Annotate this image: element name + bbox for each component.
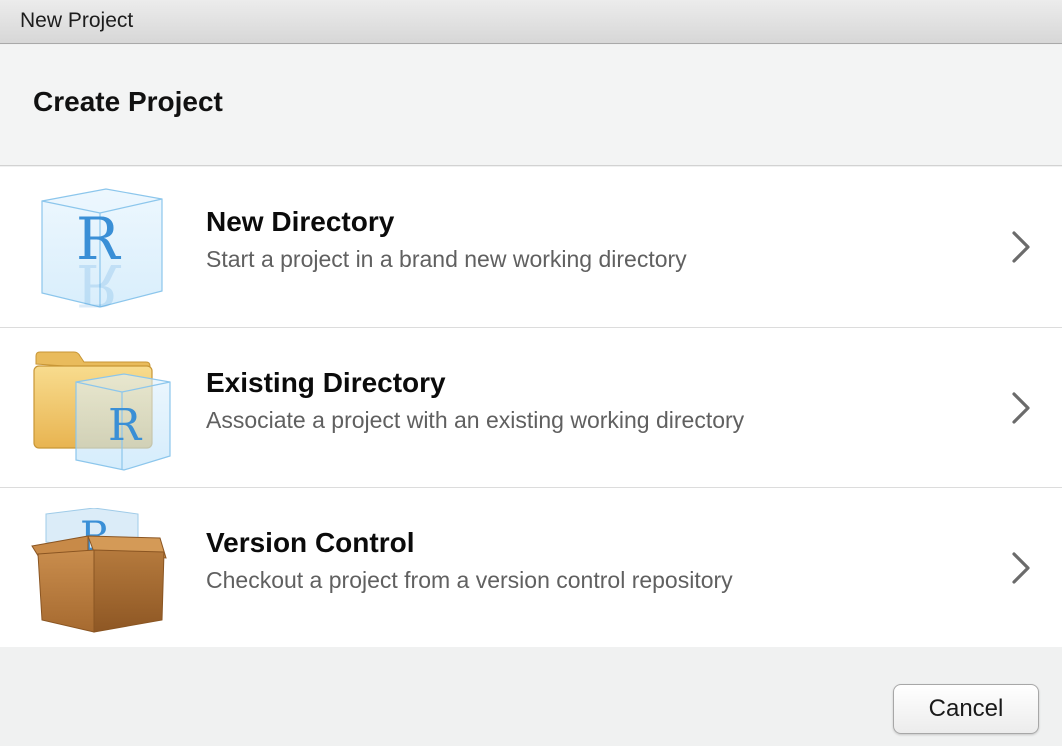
chevron-right-icon xyxy=(1006,550,1036,586)
page-title: Create Project xyxy=(33,86,223,117)
option-description: Start a project in a brand new working d… xyxy=(206,246,687,272)
svg-text:R: R xyxy=(76,251,122,312)
r-cube-icon: R R xyxy=(28,187,178,319)
dialog-header: Create Project xyxy=(0,45,1062,166)
cancel-button[interactable]: Cancel xyxy=(893,684,1039,734)
box-r-cube-icon: R xyxy=(28,507,178,633)
project-type-list: R R New Directory Start a project in a b… xyxy=(0,167,1062,647)
window-titlebar: New Project xyxy=(0,0,1062,44)
chevron-right-icon xyxy=(1006,390,1036,426)
folder-r-cube-icon: R xyxy=(28,348,178,473)
option-title: Existing Directory xyxy=(206,367,446,398)
window-title: New Project xyxy=(20,9,134,32)
option-description: Associate a project with an existing wor… xyxy=(206,407,745,433)
option-title: Version Control xyxy=(206,527,415,558)
option-description: Checkout a project from a version contro… xyxy=(206,567,733,593)
option-existing-directory[interactable]: R Existing Directory Associate a project… xyxy=(0,327,1062,487)
option-title: New Directory xyxy=(206,206,395,237)
option-new-directory[interactable]: R R New Directory Start a project in a b… xyxy=(0,167,1062,327)
svg-text:R: R xyxy=(108,400,143,451)
dialog-footer: Cancel xyxy=(0,648,1062,746)
option-version-control[interactable]: R Version Control Checkout a project fro… xyxy=(0,487,1062,647)
chevron-right-icon xyxy=(1006,229,1036,265)
